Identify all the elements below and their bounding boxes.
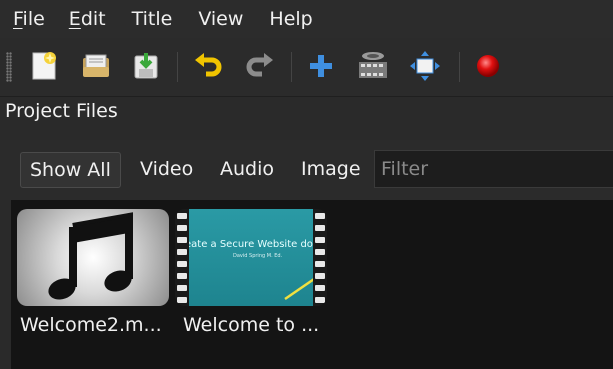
undo-icon xyxy=(195,53,222,77)
menu-file[interactable]: File xyxy=(13,0,45,38)
film-strip-left xyxy=(175,209,189,306)
panel-title: Project Files xyxy=(5,100,118,122)
save-project-button[interactable] xyxy=(128,48,164,84)
profile-icon xyxy=(359,52,387,78)
choose-profile-button[interactable] xyxy=(355,48,391,84)
project-files-filter-bar: Show All Video Audio Image xyxy=(0,140,613,200)
fullscreen-icon xyxy=(410,51,440,81)
open-project-button[interactable] xyxy=(78,48,114,84)
file-thumbnail-video[interactable]: eate a Secure Website dot co David Sprin… xyxy=(175,209,327,306)
new-project-icon xyxy=(32,52,56,80)
toolbar-separator xyxy=(291,52,292,82)
file-thumbnail-audio[interactable] xyxy=(17,209,169,306)
tab-video[interactable]: Video xyxy=(131,152,202,186)
music-note-icon xyxy=(48,212,133,300)
record-icon xyxy=(477,55,499,77)
menu-edit[interactable]: Edit xyxy=(69,0,106,38)
toolbar-separator xyxy=(177,52,178,82)
tab-audio[interactable]: Audio xyxy=(211,152,283,186)
toolbar-grip-handle[interactable] xyxy=(6,52,12,82)
menu-view[interactable]: View xyxy=(198,0,243,38)
import-files-icon xyxy=(310,55,332,77)
import-files-button[interactable] xyxy=(303,48,339,84)
menu-bar: File Edit Title View Help xyxy=(0,0,613,38)
menu-help[interactable]: Help xyxy=(269,0,312,38)
undo-button[interactable] xyxy=(190,48,226,84)
tab-image[interactable]: Image xyxy=(292,152,370,186)
filter-input[interactable] xyxy=(374,150,613,188)
project-files-list: Welcome2.m... eate a Secure Website dot … xyxy=(11,200,613,369)
file-label: Welcome2.m... xyxy=(20,314,162,336)
toolbar-separator xyxy=(459,52,460,82)
redo-button[interactable] xyxy=(242,48,278,84)
record-button[interactable] xyxy=(470,48,506,84)
film-strip-right xyxy=(313,209,327,306)
new-project-button[interactable] xyxy=(26,48,62,84)
redo-icon xyxy=(246,53,273,77)
fullscreen-button[interactable] xyxy=(407,48,443,84)
save-project-icon xyxy=(134,53,158,79)
video-frame-line-graphic xyxy=(284,278,313,301)
tab-show-all[interactable]: Show All xyxy=(20,152,121,188)
video-frame-preview: eate a Secure Website dot co David Sprin… xyxy=(189,209,313,306)
open-project-icon xyxy=(83,54,109,77)
main-toolbar xyxy=(0,38,613,97)
menu-title[interactable]: Title xyxy=(132,0,173,38)
file-label: Welcome to ... xyxy=(183,314,320,336)
